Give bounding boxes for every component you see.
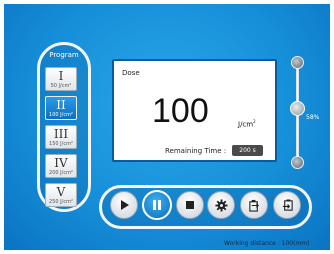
play-button[interactable] xyxy=(110,191,138,219)
remaining-time-value: 200 s xyxy=(232,145,263,156)
program-button-v[interactable]: V 250 J/cm² xyxy=(45,183,77,207)
program-button-iv[interactable]: IV 200 J/cm² xyxy=(45,154,77,178)
dose-value: 100 xyxy=(152,92,209,130)
export-icon xyxy=(248,199,259,212)
settings-button[interactable] xyxy=(207,191,235,219)
dose-label: Dose xyxy=(122,69,140,77)
program-title: Program xyxy=(49,51,79,59)
program-numeral: V xyxy=(56,185,66,199)
program-numeral: I xyxy=(58,69,64,83)
dose-unit-sup: 2 xyxy=(253,119,256,124)
dose-display: Dose 100 J/cm2 Remaining Time : 200 s xyxy=(112,59,277,162)
working-distance: Working distance : 100(mm) xyxy=(224,240,310,247)
stop-icon xyxy=(186,201,194,209)
program-dose: 50 J/cm² xyxy=(50,83,72,89)
dose-unit-text: J/cm xyxy=(238,120,254,129)
remaining-time-label: Remaining Time : xyxy=(165,147,227,155)
intensity-percentage: 58% xyxy=(306,114,320,121)
dose-unit: J/cm2 xyxy=(238,119,256,128)
intensity-slider-thumb[interactable] xyxy=(290,101,305,117)
program-dose: 250 J/cm² xyxy=(49,199,73,205)
import-button[interactable] xyxy=(273,191,301,219)
program-numeral: III xyxy=(53,127,69,141)
program-button-iii[interactable]: III 150 J/cm² xyxy=(45,125,77,149)
pause-button[interactable] xyxy=(142,190,172,220)
program-numeral: II xyxy=(56,98,66,112)
device-screen: Program I 50 J/cm² II 100 J/cm² III 150 … xyxy=(4,4,330,250)
program-button-ii[interactable]: II 100 J/cm² xyxy=(45,96,77,120)
program-dose: 100 J/cm² xyxy=(49,112,73,118)
program-numeral: IV xyxy=(54,156,68,170)
program-dose: 150 J/cm² xyxy=(49,141,73,147)
slider-top-cap xyxy=(291,56,304,69)
slider-bottom-cap xyxy=(291,156,304,169)
program-button-i[interactable]: I 50 J/cm² xyxy=(45,67,77,91)
export-button[interactable] xyxy=(240,191,268,219)
play-icon xyxy=(121,200,129,210)
import-icon xyxy=(282,198,293,211)
pause-icon xyxy=(153,200,161,210)
settings-icon xyxy=(214,198,228,212)
stop-button[interactable] xyxy=(176,191,204,219)
program-dose: 200 J/cm² xyxy=(49,170,73,176)
